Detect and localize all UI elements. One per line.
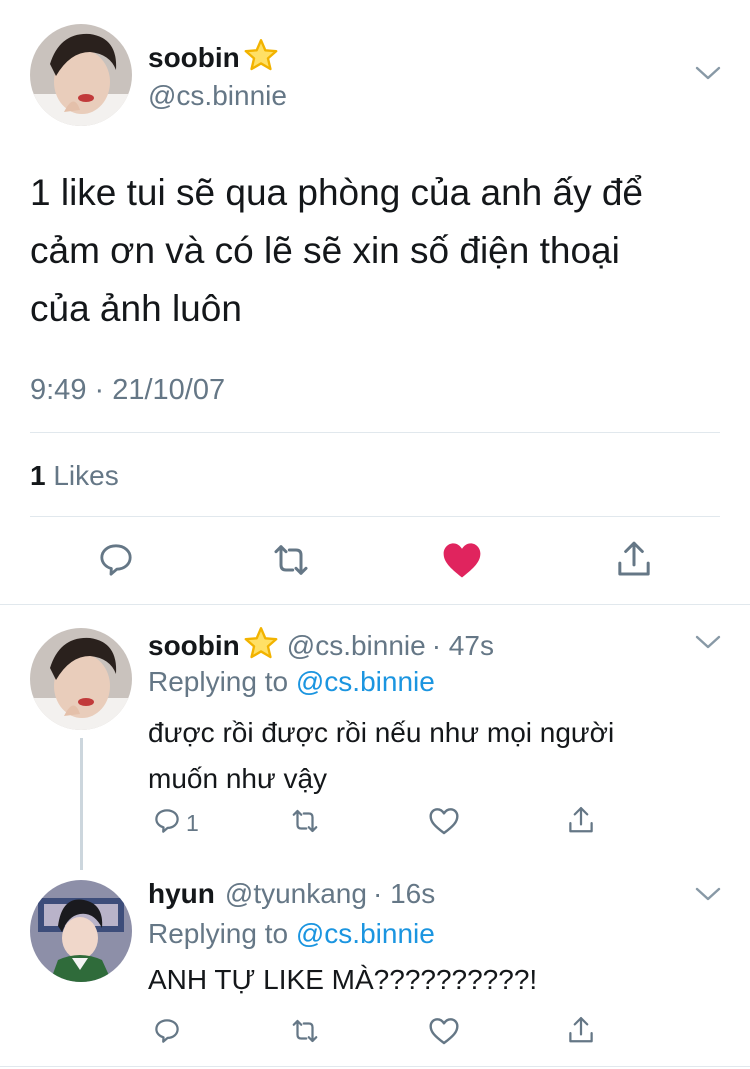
main-text-line: cảm ơn và có lẽ sẽ xin số điện thoại: [30, 230, 620, 271]
replying-prefix: Replying to: [148, 918, 289, 949]
reply1-header: soobin @cs.binnie · 47s: [148, 626, 494, 665]
share-icon[interactable]: [566, 1014, 596, 1051]
main-text-line: 1 like tui sẽ qua phòng của anh ấy để: [30, 172, 644, 213]
likes-stat[interactable]: 1 Likes: [30, 460, 119, 492]
heart-icon[interactable]: [428, 806, 460, 841]
reply1-time[interactable]: · 47s: [432, 630, 494, 662]
reply2-display-name[interactable]: hyun: [148, 878, 215, 910]
reply2-avatar[interactable]: [30, 880, 132, 982]
chevron-down-icon[interactable]: [695, 885, 721, 908]
main-display-name[interactable]: soobin: [148, 42, 240, 74]
replying-handle-link[interactable]: @cs.binnie: [296, 918, 435, 949]
main-handle[interactable]: @cs.binnie: [148, 80, 287, 112]
share-icon[interactable]: [566, 804, 596, 841]
reply-icon: [152, 806, 182, 841]
reply1-text-line: được rồi được rồi nếu như mọi người: [148, 717, 615, 748]
chevron-down-icon[interactable]: [695, 633, 721, 656]
reply-button[interactable]: 1: [152, 806, 199, 841]
replying-prefix: Replying to: [148, 666, 289, 697]
main-text-line: của ảnh luôn: [30, 288, 242, 329]
heart-icon[interactable]: [428, 1016, 460, 1051]
reply2-text: ANH TỰ LIKE MÀ??????????!: [148, 964, 538, 995]
section-divider: [0, 1066, 750, 1067]
divider: [30, 516, 720, 517]
section-divider: [0, 604, 750, 605]
reply1-display-name[interactable]: soobin: [148, 630, 240, 662]
reply2-header: hyun @tyunkang · 16s: [148, 878, 435, 910]
thread-line: [80, 738, 83, 870]
star-emoji-icon: [243, 38, 279, 77]
likes-count: 1: [30, 460, 46, 491]
divider: [30, 432, 720, 433]
reply-count: 1: [186, 810, 199, 836]
reply1-replying-to: Replying to @cs.binnie: [148, 666, 435, 698]
share-icon[interactable]: [614, 538, 654, 585]
reply2-handle[interactable]: @tyunkang: [225, 878, 367, 910]
reply1-avatar[interactable]: [30, 628, 132, 730]
reply1-handle[interactable]: @cs.binnie: [287, 630, 426, 662]
likes-label: Likes: [53, 460, 119, 491]
main-avatar[interactable]: [30, 24, 132, 126]
reply1-text-line: muốn như vậy: [148, 763, 328, 794]
retweet-icon[interactable]: [288, 806, 322, 841]
retweet-icon[interactable]: [269, 540, 313, 585]
reply-icon[interactable]: [96, 540, 136, 585]
star-emoji-icon: [243, 626, 279, 665]
reply-icon[interactable]: [152, 1016, 182, 1051]
replying-handle-link[interactable]: @cs.binnie: [296, 666, 435, 697]
main-tweet-text: 1 like tui sẽ qua phòng của anh ấy để cả…: [30, 164, 643, 338]
chevron-down-icon[interactable]: [695, 64, 721, 87]
main-timestamp[interactable]: 9:49 · 21/10/07: [30, 374, 225, 407]
main-author: soobin: [148, 38, 279, 77]
reply1-text: được rồi được rồi nếu như mọi người muốn…: [148, 710, 614, 802]
heart-icon[interactable]: [441, 540, 483, 585]
reply2-replying-to: Replying to @cs.binnie: [148, 918, 435, 950]
retweet-icon[interactable]: [288, 1016, 322, 1051]
reply2-time[interactable]: · 16s: [373, 878, 435, 910]
